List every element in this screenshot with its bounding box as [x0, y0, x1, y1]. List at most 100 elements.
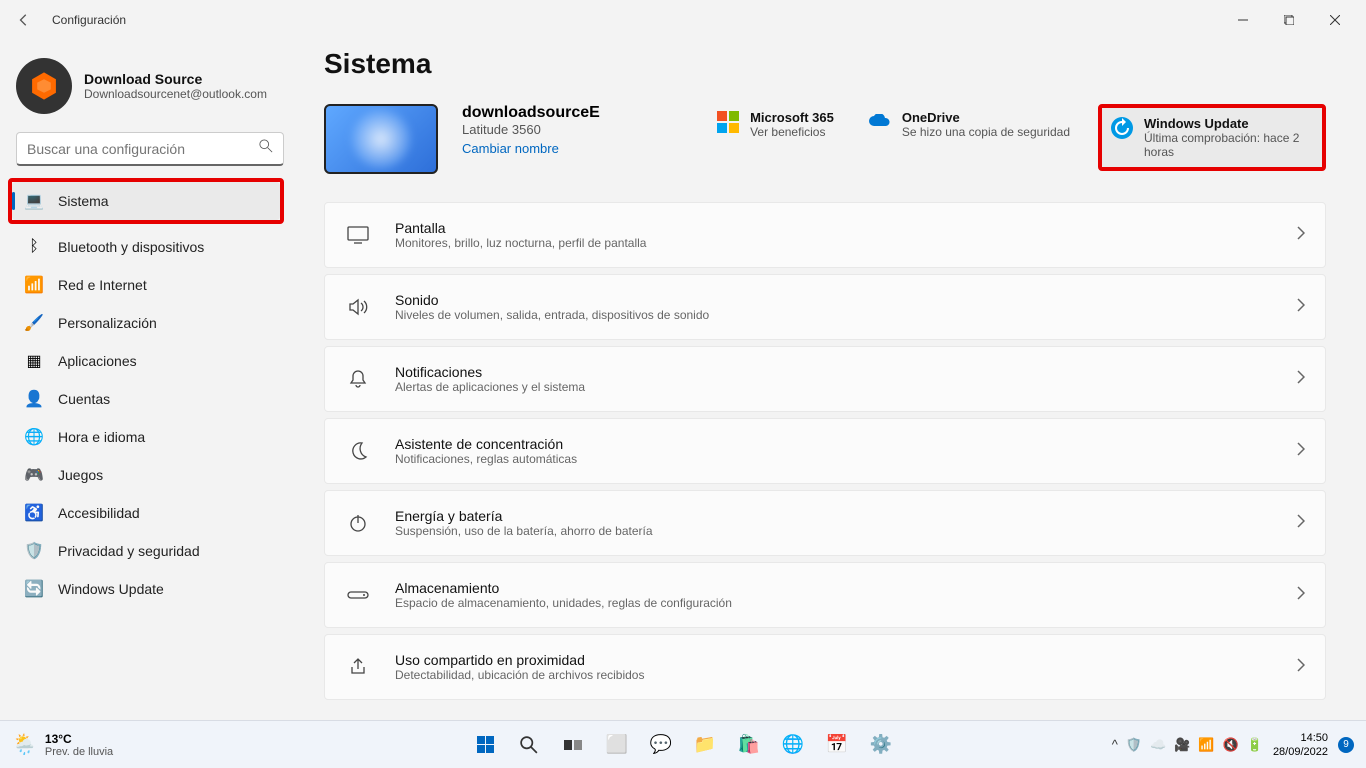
ms365-desc: Ver beneficios: [750, 125, 834, 139]
search-box[interactable]: [16, 132, 284, 166]
clock-time: 14:50: [1273, 731, 1328, 745]
system-tray[interactable]: ^ 🛡️ ☁️ 🎥 📶 🔇 🔋: [1112, 737, 1263, 753]
setting-row-notificaciones[interactable]: Notificaciones Alertas de aplicaciones y…: [324, 346, 1326, 412]
nav-label: Personalización: [58, 315, 157, 331]
calendar-button[interactable]: 📅: [817, 725, 857, 765]
clock[interactable]: 14:50 28/09/2022: [1273, 731, 1328, 759]
setting-desc: Detectabilidad, ubicación de archivos re…: [395, 668, 1297, 682]
setting-desc: Monitores, brillo, luz nocturna, perfil …: [395, 236, 1297, 250]
widgets-button[interactable]: ⬜: [597, 725, 637, 765]
ms365-title: Microsoft 365: [750, 110, 834, 125]
device-model: Latitude 3560: [462, 122, 600, 137]
sidebar-item-bluetooth-y-dispositivos[interactable]: ᛒ Bluetooth y dispositivos: [12, 228, 288, 266]
settings-button[interactable]: ⚙️: [861, 725, 901, 765]
device-thumbnail: [324, 104, 438, 174]
nav-icon: ᛒ: [24, 237, 44, 257]
microsoft-365-card[interactable]: Microsoft 365 Ver beneficios: [710, 104, 840, 171]
nav-icon: 🖌️: [24, 313, 44, 333]
monitor-icon: [345, 222, 371, 248]
clock-date: 28/09/2022: [1273, 745, 1328, 759]
volume-tray-icon[interactable]: 🔇: [1223, 737, 1239, 753]
bell-icon: [345, 366, 371, 392]
setting-row-pantalla[interactable]: Pantalla Monitores, brillo, luz nocturna…: [324, 202, 1326, 268]
sidebar-item-red-e-internet[interactable]: 📶Red e Internet: [12, 266, 288, 304]
setting-desc: Suspensión, uso de la batería, ahorro de…: [395, 524, 1297, 538]
storage-icon: [345, 582, 371, 608]
wu-title: Windows Update: [1144, 116, 1314, 131]
nav-label: Aplicaciones: [58, 353, 137, 369]
search-button[interactable]: [509, 725, 549, 765]
setting-row-uso-compartido-en-proximidad[interactable]: Uso compartido en proximidad Detectabili…: [324, 634, 1326, 700]
nav-label: Bluetooth y dispositivos: [58, 239, 204, 255]
windows-update-icon: [1110, 116, 1134, 140]
nav-icon: ▦: [24, 351, 44, 371]
setting-desc: Notificaciones, reglas automáticas: [395, 452, 1297, 466]
nav-icon: 💻: [24, 191, 44, 211]
chevron-up-icon[interactable]: ^: [1112, 737, 1118, 752]
windows-update-card[interactable]: Windows Update Última comprobación: hace…: [1098, 104, 1326, 171]
task-view-button[interactable]: [553, 725, 593, 765]
sidebar-item-sistema[interactable]: 💻 Sistema: [12, 182, 280, 220]
start-button[interactable]: [465, 725, 505, 765]
user-name: Download Source: [84, 71, 267, 87]
chat-button[interactable]: 💬: [641, 725, 681, 765]
close-button[interactable]: [1312, 4, 1358, 36]
minimize-button[interactable]: [1220, 4, 1266, 36]
chevron-right-icon: [1297, 298, 1305, 317]
sidebar-item-hora-e-idioma[interactable]: 🌐 Hora e idioma: [12, 418, 288, 456]
chevron-right-icon: [1297, 514, 1305, 533]
window-title: Configuración: [52, 13, 126, 27]
sidebar-item-cuentas[interactable]: 👤Cuentas: [12, 380, 288, 418]
sidebar-item-aplicaciones[interactable]: ▦ Aplicaciones: [12, 342, 288, 380]
search-input[interactable]: [27, 141, 259, 157]
sidebar-item-personalización[interactable]: 🖌️ Personalización: [12, 304, 288, 342]
onedrive-card[interactable]: OneDrive Se hizo una copia de seguridad: [862, 104, 1076, 171]
edge-button[interactable]: 🌐: [773, 725, 813, 765]
setting-row-almacenamiento[interactable]: Almacenamiento Espacio de almacenamiento…: [324, 562, 1326, 628]
chevron-right-icon: [1297, 370, 1305, 389]
weather-cond: Prev. de lluvia: [45, 746, 113, 758]
rename-link[interactable]: Cambiar nombre: [462, 141, 559, 156]
setting-row-sonido[interactable]: Sonido Niveles de volumen, salida, entra…: [324, 274, 1326, 340]
sound-icon: [345, 294, 371, 320]
setting-title: Sonido: [395, 292, 1297, 308]
setting-desc: Niveles de volumen, salida, entrada, dis…: [395, 308, 1297, 322]
user-account[interactable]: Download Source Downloadsourcenet@outloo…: [8, 48, 292, 132]
weather-temp: 13°C: [45, 732, 113, 746]
weather-widget[interactable]: 🌦️ 13°C Prev. de lluvia: [12, 732, 113, 758]
chevron-right-icon: [1297, 442, 1305, 461]
battery-tray-icon[interactable]: 🔋: [1247, 737, 1263, 753]
nav-label: Windows Update: [58, 581, 164, 597]
sidebar-item-windows-update[interactable]: 🔄 Windows Update: [12, 570, 288, 608]
notification-badge[interactable]: 9: [1338, 737, 1354, 753]
setting-title: Asistente de concentración: [395, 436, 1297, 452]
back-button[interactable]: [8, 4, 40, 36]
setting-title: Pantalla: [395, 220, 1297, 236]
setting-desc: Espacio de almacenamiento, unidades, reg…: [395, 596, 1297, 610]
maximize-button[interactable]: [1266, 4, 1312, 36]
nav-label: Sistema: [58, 193, 109, 209]
nav-label: Accesibilidad: [58, 505, 140, 521]
setting-row-asistente-de-concentración[interactable]: Asistente de concentración Notificacione…: [324, 418, 1326, 484]
file-explorer-button[interactable]: 📁: [685, 725, 725, 765]
store-button[interactable]: 🛍️: [729, 725, 769, 765]
page-title: Sistema: [324, 48, 1326, 80]
setting-row-energía-y-batería[interactable]: Energía y batería Suspensión, uso de la …: [324, 490, 1326, 556]
sidebar-item-privacidad-y-seguridad[interactable]: 🛡️Privacidad y seguridad: [12, 532, 288, 570]
search-icon: [259, 139, 273, 158]
nav-icon: 🔄: [24, 579, 44, 599]
onedrive-tray-icon[interactable]: ☁️: [1150, 737, 1166, 753]
sidebar-item-accesibilidad[interactable]: ♿Accesibilidad: [12, 494, 288, 532]
titlebar: Configuración: [0, 0, 1366, 40]
chevron-right-icon: [1297, 226, 1305, 245]
security-tray-icon[interactable]: 🛡️: [1126, 737, 1142, 753]
sidebar-item-juegos[interactable]: 🎮Juegos: [12, 456, 288, 494]
nav-icon: 🌐: [24, 427, 44, 447]
nav-label: Privacidad y seguridad: [58, 543, 200, 559]
weather-icon: 🌦️: [12, 732, 37, 757]
chevron-right-icon: [1297, 658, 1305, 677]
meet-tray-icon[interactable]: 🎥: [1174, 737, 1190, 753]
moon-icon: [345, 438, 371, 464]
nav-label: Hora e idioma: [58, 429, 145, 445]
wifi-tray-icon[interactable]: 📶: [1198, 737, 1214, 753]
